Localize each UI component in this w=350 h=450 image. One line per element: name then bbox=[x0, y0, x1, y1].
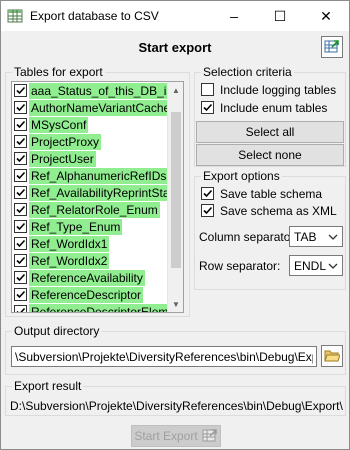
maximize-button[interactable]: ☐ bbox=[257, 1, 303, 31]
save-schema-box[interactable] bbox=[201, 187, 214, 200]
open-folder-icon bbox=[324, 348, 341, 365]
selection-criteria-group: Selection criteria Include logging table… bbox=[194, 65, 346, 167]
table-item-checkbox[interactable] bbox=[14, 203, 27, 216]
table-item-label: ProjectUser bbox=[29, 151, 96, 167]
table-list-item[interactable]: Ref_AvailabilityReprintStatus bbox=[12, 185, 168, 201]
tables-scrollbar[interactable]: ▲ ▼ bbox=[167, 82, 183, 312]
table-list-item[interactable]: ReferenceDescriptor bbox=[12, 287, 168, 303]
save-schema-xml-box[interactable] bbox=[201, 204, 214, 217]
output-directory-field[interactable] bbox=[11, 346, 317, 367]
title-bar[interactable]: Export database to CSV – ☐ ✕ bbox=[1, 1, 349, 31]
select-none-button[interactable]: Select none bbox=[196, 144, 344, 166]
table-list-item[interactable]: ProjectProxy bbox=[12, 134, 168, 150]
table-item-checkbox[interactable] bbox=[14, 186, 27, 199]
table-item-checkbox[interactable] bbox=[14, 288, 27, 301]
scroll-down-icon[interactable]: ▼ bbox=[168, 296, 183, 312]
column-separator-combo[interactable]: TAB bbox=[289, 226, 343, 247]
table-item-label: Ref_RelatorRole_Enum bbox=[29, 202, 160, 218]
table-item-checkbox[interactable] bbox=[14, 101, 27, 114]
tables-group-legend: Tables for export bbox=[12, 65, 105, 79]
grid-table-icon bbox=[7, 8, 23, 24]
table-list-item[interactable]: ProjectUser bbox=[12, 151, 168, 167]
table-item-label: MSysConf bbox=[29, 117, 89, 133]
table-item-checkbox[interactable] bbox=[14, 152, 27, 165]
table-item-label: Ref_WordIdx2 bbox=[29, 253, 110, 269]
table-item-label: ReferenceDescriptorElement bbox=[29, 304, 168, 312]
start-export-label: Start Export bbox=[134, 429, 198, 443]
table-item-label: ProjectProxy bbox=[29, 134, 102, 150]
table-item-label: Ref_AlphanumericRefIDsFrom bbox=[29, 168, 168, 184]
export-options-group: Export options Save table schema Save sc… bbox=[194, 169, 346, 290]
export-icon-button[interactable] bbox=[321, 36, 343, 58]
table-item-label: aaa_Status_of_this_DB_is_P bbox=[29, 83, 168, 99]
table-item-label: Ref_WordIdx1 bbox=[29, 236, 110, 252]
export-table-icon-small bbox=[202, 428, 218, 445]
chevron-down-icon[interactable] bbox=[328, 260, 338, 270]
export-window: Export database to CSV – ☐ ✕ Start expor… bbox=[0, 0, 350, 450]
row-separator-label: Row separator: bbox=[199, 259, 281, 273]
table-list-item[interactable]: MSysConf bbox=[12, 117, 168, 133]
options-group-legend: Export options bbox=[201, 169, 282, 183]
table-item-checkbox[interactable] bbox=[14, 254, 27, 267]
close-button[interactable]: ✕ bbox=[303, 1, 349, 31]
tables-checklist[interactable]: aaa_Status_of_this_DB_is_PAuthorNameVari… bbox=[11, 81, 184, 313]
table-item-label: ReferenceAvailability bbox=[29, 270, 145, 286]
table-item-checkbox[interactable] bbox=[14, 271, 27, 284]
table-list-item[interactable]: AuthorNameVariantCache bbox=[12, 100, 168, 116]
table-list-item[interactable]: ReferenceAvailability bbox=[12, 270, 168, 286]
browse-folder-button[interactable] bbox=[321, 345, 343, 367]
table-list-item[interactable]: Ref_AlphanumericRefIDsFrom bbox=[12, 168, 168, 184]
row-separator-combo[interactable]: ENDL bbox=[289, 255, 343, 276]
output-directory-legend: Output directory bbox=[12, 324, 102, 338]
chevron-down-icon[interactable] bbox=[328, 231, 338, 241]
window-title: Export database to CSV bbox=[30, 9, 159, 23]
table-list-item[interactable]: ReferenceDescriptorElement bbox=[12, 304, 168, 312]
table-item-checkbox[interactable] bbox=[14, 135, 27, 148]
page-title: Start export bbox=[138, 40, 212, 55]
include-logging-box[interactable] bbox=[201, 83, 214, 96]
scroll-thumb[interactable] bbox=[171, 112, 181, 268]
save-schema-xml-label: Save schema as XML bbox=[220, 204, 337, 218]
output-directory-input[interactable] bbox=[12, 347, 316, 366]
table-item-checkbox[interactable] bbox=[14, 169, 27, 182]
table-item-label: Ref_Type_Enum bbox=[29, 219, 123, 235]
criteria-group-legend: Selection criteria bbox=[201, 65, 294, 79]
export-result-group: Export result D:\Subversion\Projekte\Div… bbox=[5, 379, 346, 416]
table-list-item[interactable]: Ref_WordIdx1 bbox=[12, 236, 168, 252]
table-item-label: ReferenceDescriptor bbox=[29, 287, 144, 303]
table-list-item[interactable]: Ref_Type_Enum bbox=[12, 219, 168, 235]
scroll-up-icon[interactable]: ▲ bbox=[168, 82, 183, 98]
table-item-label: AuthorNameVariantCache bbox=[29, 100, 168, 116]
column-separator-label: Column separator: bbox=[199, 230, 298, 244]
tables-for-export-group: Tables for export aaa_Status_of_this_DB_… bbox=[5, 65, 190, 317]
table-item-checkbox[interactable] bbox=[14, 305, 27, 312]
minimize-button[interactable]: – bbox=[211, 1, 257, 31]
output-directory-group: Output directory bbox=[5, 324, 346, 375]
table-item-label: Ref_AvailabilityReprintStatus bbox=[29, 185, 168, 201]
table-item-checkbox[interactable] bbox=[14, 84, 27, 97]
select-all-button[interactable]: Select all bbox=[196, 121, 344, 143]
table-list-item[interactable]: Ref_RelatorRole_Enum bbox=[12, 202, 168, 218]
export-result-legend: Export result bbox=[12, 379, 84, 393]
start-export-button[interactable]: Start Export bbox=[131, 425, 221, 447]
export-result-text: D:\Subversion\Projekte\DiversityReferenc… bbox=[10, 399, 343, 413]
export-table-icon bbox=[324, 38, 340, 57]
table-item-checkbox[interactable] bbox=[14, 237, 27, 250]
table-list-item[interactable]: Ref_WordIdx2 bbox=[12, 253, 168, 269]
include-enum-box[interactable] bbox=[201, 101, 214, 114]
include-logging-label: Include logging tables bbox=[220, 83, 337, 97]
column-separator-combo-value: TAB bbox=[294, 230, 317, 244]
row-separator-combo-value: ENDL bbox=[294, 259, 327, 273]
tables-items: aaa_Status_of_this_DB_is_PAuthorNameVari… bbox=[12, 82, 168, 312]
include-enum-label: Include enum tables bbox=[220, 101, 328, 115]
save-schema-label: Save table schema bbox=[220, 187, 323, 201]
table-item-checkbox[interactable] bbox=[14, 118, 27, 131]
table-list-item[interactable]: aaa_Status_of_this_DB_is_P bbox=[12, 83, 168, 99]
table-item-checkbox[interactable] bbox=[14, 220, 27, 233]
